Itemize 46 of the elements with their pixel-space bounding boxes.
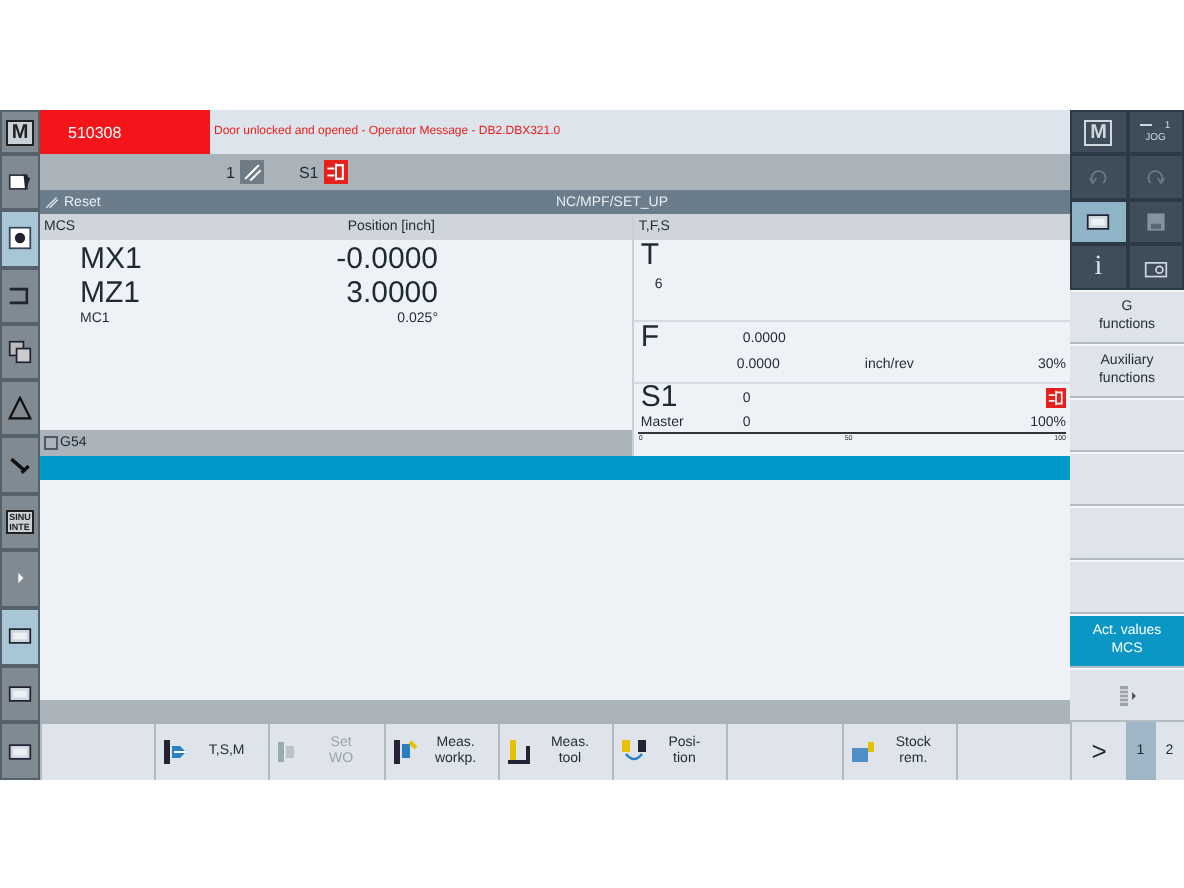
bracket-icon: [8, 283, 32, 308]
axis-position: 3.0000: [346, 277, 438, 310]
spindle-label: S1: [298, 163, 319, 181]
channel-number: 1: [226, 163, 235, 181]
spindle-icon: [324, 160, 349, 184]
screen-icon: [8, 624, 32, 649]
probe-icon: [391, 738, 420, 766]
screen-icon: [8, 681, 32, 706]
undo-icon: [1086, 165, 1111, 189]
alarm-number: 510308: [40, 110, 210, 154]
toolbar-key[interactable]: [1127, 244, 1184, 290]
tool-holder-icon: [162, 738, 191, 766]
menu-key[interactable]: [0, 665, 40, 723]
offset-icon: [44, 436, 58, 450]
menu-key[interactable]: [0, 210, 40, 268]
screen-icon: [1086, 210, 1111, 234]
info-label: i: [1094, 251, 1103, 283]
toolbar-key[interactable]: [1070, 200, 1127, 244]
spindle-icon: [1046, 388, 1066, 408]
target-icon: [8, 226, 32, 251]
key-letter: M: [1084, 119, 1113, 145]
axis-name: MZ1: [80, 277, 140, 310]
feed-label: F: [640, 320, 660, 354]
axis-name: MX1: [80, 244, 142, 277]
wrench-icon: [8, 453, 32, 478]
key-letter: M: [5, 119, 35, 145]
toolbar-key[interactable]: M: [1070, 110, 1127, 154]
machine-key[interactable]: M: [0, 110, 40, 154]
tool-icon: [505, 738, 534, 766]
sheet-icon: [8, 170, 32, 195]
tool-move-icon: [620, 738, 649, 766]
hatch-icon: [240, 160, 265, 184]
redo-icon: [1143, 165, 1168, 189]
spindle-label: S1: [640, 380, 678, 414]
tool-label: T: [640, 238, 660, 272]
pencil-icon: [44, 194, 60, 210]
menu-key[interactable]: [0, 722, 40, 780]
menu-key[interactable]: [0, 323, 40, 381]
toolbar-key[interactable]: i: [1070, 244, 1127, 290]
pages-icon: [8, 339, 32, 364]
menu-key[interactable]: [0, 607, 40, 665]
screen-icon: [8, 739, 32, 764]
menu-key[interactable]: [0, 154, 40, 211]
axis-position: -0.0000: [336, 244, 438, 277]
workpiece-icon: [849, 738, 878, 766]
triangle-icon: [8, 396, 32, 421]
